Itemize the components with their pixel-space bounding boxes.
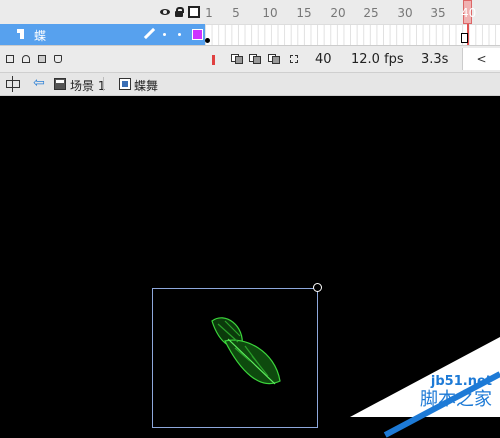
ruler-label: 1 — [205, 6, 213, 20]
pencil-icon — [143, 28, 155, 40]
new-folder-icon[interactable] — [38, 55, 46, 63]
center-frame-icon[interactable] — [212, 55, 215, 65]
watermark-text: 脚本之家 — [420, 389, 492, 410]
scene-icon — [54, 78, 66, 90]
onion-skin-icon[interactable] — [231, 54, 243, 64]
ruler-label: 35 — [430, 6, 446, 20]
timeline-header: 1 5 10 15 20 25 30 35 40 — [0, 0, 500, 24]
modify-onion-markers-icon[interactable] — [290, 55, 298, 63]
breadcrumb-scene[interactable]: 场景 1 — [70, 77, 105, 94]
new-layer-icon[interactable] — [6, 55, 14, 63]
onion-outline-icon[interactable] — [249, 54, 261, 64]
watermark: jb51.net 脚本之家 — [350, 337, 500, 438]
back-arrow-icon[interactable]: ⇦ — [33, 75, 45, 91]
ruler-label: 15 — [296, 6, 312, 20]
layer-header-selected[interactable]: 蝶 — [0, 24, 205, 45]
breadcrumb-divider — [103, 77, 104, 91]
edit-multiple-frames-icon[interactable] — [268, 54, 280, 64]
elapsed-time: 3.3s — [421, 52, 449, 67]
frame-rate[interactable]: 12.0 fps — [351, 52, 404, 67]
movie-clip-icon — [119, 78, 131, 90]
layer-column-icons — [160, 6, 200, 18]
frame-ruler[interactable]: 1 5 10 15 20 25 30 35 — [205, 0, 500, 24]
end-keyframe[interactable] — [461, 33, 468, 43]
playhead-marker[interactable]: 40 — [461, 0, 476, 24]
eye-icon[interactable] — [160, 8, 170, 16]
butterfly-symbol[interactable] — [190, 306, 290, 396]
current-frame[interactable]: 40 — [315, 52, 332, 67]
timeline-toolbar: 40 12.0 fps 3.3s < — [0, 45, 500, 72]
stage[interactable]: jb51.net 脚本之家 — [0, 96, 500, 438]
breadcrumb-symbol[interactable]: 蝶舞 — [134, 77, 158, 94]
playhead-frame-label: 40 — [461, 6, 477, 20]
layer-icon — [17, 29, 27, 39]
layer-color-swatch[interactable] — [192, 29, 203, 40]
ruler-label: 30 — [397, 6, 413, 20]
ruler-label: 20 — [330, 6, 346, 20]
lock-dot[interactable] — [178, 33, 181, 36]
layer-name[interactable]: 蝶 — [34, 27, 46, 44]
edit-bar: ⇦ 场景 1 蝶舞 — [0, 72, 500, 96]
transform-handle[interactable] — [313, 283, 322, 292]
ruler-label: 10 — [262, 6, 278, 20]
timeline-toggle-icon[interactable] — [4, 76, 22, 92]
ruler-label: 25 — [363, 6, 379, 20]
outline-icon[interactable] — [188, 6, 200, 18]
scroll-left-button[interactable]: < — [462, 48, 500, 70]
ruler-label: 5 — [232, 6, 240, 20]
keyframe-dot[interactable] — [205, 38, 210, 43]
motion-guide-icon[interactable] — [22, 55, 30, 63]
lock-icon[interactable] — [175, 7, 184, 17]
visibility-dot[interactable] — [163, 33, 166, 36]
frame-cells[interactable] — [205, 24, 500, 45]
delete-layer-icon[interactable] — [54, 55, 62, 63]
layer-row[interactable]: 蝶 — [0, 24, 500, 45]
